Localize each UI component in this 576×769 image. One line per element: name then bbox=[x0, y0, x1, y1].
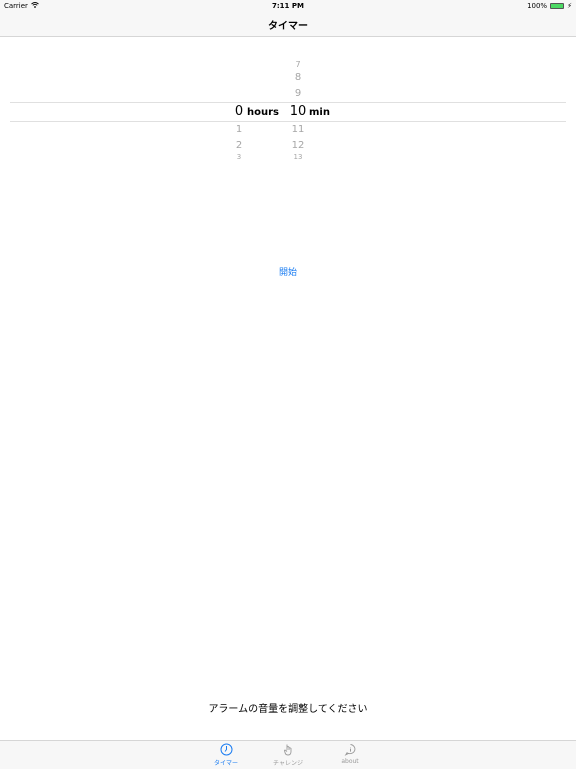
navigation-bar: タイマー bbox=[0, 12, 576, 37]
battery-fill bbox=[551, 4, 564, 8]
page-title: タイマー bbox=[268, 21, 308, 32]
minutes-above-1: 7 bbox=[295, 60, 301, 69]
minutes-unit-label: min bbox=[309, 107, 330, 118]
minutes-below-3: 13 bbox=[293, 153, 303, 161]
timer-picker[interactable]: 0 1 2 3 hours 7 8 9 10 11 12 13 min bbox=[0, 50, 576, 170]
minutes-above-2: 8 bbox=[294, 72, 302, 83]
tab-about-label: about bbox=[341, 758, 359, 765]
hours-below-1: 1 bbox=[235, 124, 243, 135]
tab-challenge[interactable]: チャレンジ bbox=[258, 743, 318, 767]
tab-challenge-label: チャレンジ bbox=[273, 760, 303, 767]
status-bar: Carrier 7:11 PM 100% ⚡ bbox=[0, 0, 576, 12]
minutes-below-1: 11 bbox=[291, 124, 305, 135]
tab-timer-label: タイマー bbox=[213, 760, 238, 767]
status-time: 7:11 PM bbox=[272, 2, 304, 10]
volume-message: アラームの音量を調整してください bbox=[208, 704, 368, 715]
hours-below-3: 3 bbox=[236, 153, 242, 161]
battery-icon bbox=[550, 3, 565, 9]
tab-about[interactable]: about bbox=[320, 743, 380, 765]
hand-icon bbox=[258, 743, 318, 756]
minutes-above-3: 9 bbox=[294, 88, 302, 99]
clock-icon bbox=[196, 743, 256, 756]
minutes-below-2: 12 bbox=[291, 140, 305, 151]
info-bubble-icon bbox=[320, 743, 380, 756]
battery-percent: 100% bbox=[527, 2, 548, 10]
hours-below-2: 2 bbox=[235, 140, 243, 151]
charging-bolt-icon: ⚡ bbox=[567, 2, 572, 10]
status-right: 100% ⚡ bbox=[527, 2, 572, 10]
start-button[interactable]: 開始 bbox=[0, 265, 576, 278]
tab-timer[interactable]: タイマー bbox=[196, 743, 256, 767]
hours-unit-label: hours bbox=[247, 107, 279, 118]
tab-bar: タイマー チャレンジ about bbox=[0, 740, 576, 769]
